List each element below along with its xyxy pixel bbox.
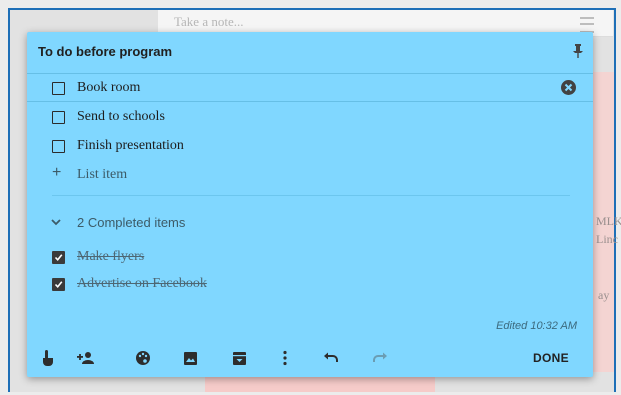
chevron-down-icon[interactable] [51, 219, 61, 226]
edited-timestamp: Edited 10:32 AM [496, 320, 577, 332]
add-item-placeholder[interactable]: List item [77, 167, 127, 183]
item-text[interactable]: Book room [77, 80, 140, 96]
pin-icon[interactable] [571, 43, 585, 59]
list-item[interactable]: Book room [27, 76, 593, 102]
active-item-divider [27, 101, 593, 102]
completed-toggle[interactable]: 2 Completed items [27, 210, 593, 236]
done-button[interactable]: DONE [533, 351, 569, 365]
note-toolbar: DONE [27, 344, 593, 372]
delete-item-icon[interactable] [561, 80, 576, 95]
background-note-text-1: MLK [596, 214, 621, 228]
completed-divider [52, 195, 570, 196]
new-list-icon[interactable] [580, 17, 594, 33]
plus-icon: + [52, 164, 62, 181]
more-icon[interactable] [275, 348, 295, 368]
item-checkbox[interactable] [52, 82, 65, 95]
completed-item-text[interactable]: Make flyers [77, 249, 144, 265]
note-title[interactable]: To do before program [38, 44, 172, 59]
list-item[interactable]: Send to schools [27, 105, 593, 131]
item-text[interactable]: Send to schools [77, 109, 165, 125]
completed-item[interactable]: Advertise on Facebook [27, 272, 593, 298]
take-note-placeholder: Take a note... [174, 14, 244, 29]
palette-icon[interactable] [133, 348, 153, 368]
background-note-text-3: ay [598, 288, 610, 302]
undo-icon[interactable] [321, 348, 341, 368]
image-icon[interactable] [180, 348, 200, 368]
archive-icon[interactable] [229, 348, 249, 368]
completed-item[interactable]: Make flyers [27, 245, 593, 271]
title-divider [27, 73, 593, 74]
item-checkbox[interactable] [52, 111, 65, 124]
add-list-item[interactable]: + List item [27, 163, 593, 189]
background-note-text-2: Linc [596, 232, 618, 246]
completed-items-label[interactable]: 2 Completed items [77, 215, 185, 230]
note-editor: To do before program Book room Send to s… [27, 32, 593, 377]
redo-icon[interactable] [370, 348, 390, 368]
item-checkbox[interactable] [52, 140, 65, 153]
item-checkbox-checked[interactable] [52, 251, 65, 264]
item-checkbox-checked[interactable] [52, 278, 65, 291]
remind-me-icon[interactable] [38, 348, 58, 368]
collaborator-icon[interactable] [76, 348, 96, 368]
item-text[interactable]: Finish presentation [77, 138, 184, 154]
completed-item-text[interactable]: Advertise on Facebook [77, 276, 207, 292]
list-item[interactable]: Finish presentation [27, 134, 593, 160]
